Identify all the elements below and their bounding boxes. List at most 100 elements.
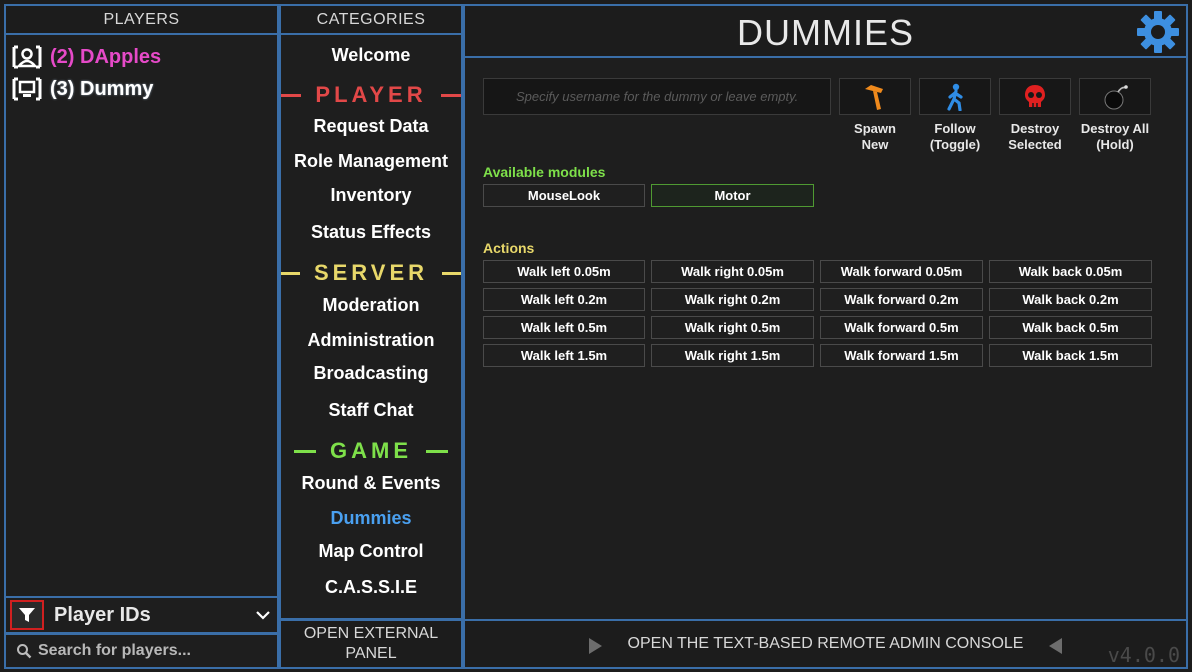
category-moderation[interactable]: Moderation <box>281 295 461 316</box>
spawn-new-icon-box[interactable] <box>839 78 911 115</box>
player-search-row <box>4 633 279 669</box>
actions-label: Actions <box>483 240 535 256</box>
action-button[interactable]: Walk back 0.2m <box>989 288 1152 311</box>
action-button[interactable]: Walk left 1.5m <box>483 344 645 367</box>
category-administration[interactable]: Administration <box>281 330 461 351</box>
category-round-events[interactable]: Round & Events <box>281 473 461 494</box>
filter-icon <box>19 608 35 622</box>
module-motor-button[interactable]: Motor <box>651 184 814 207</box>
action-button[interactable]: Walk back 1.5m <box>989 344 1152 367</box>
category-welcome[interactable]: Welcome <box>281 45 461 66</box>
walking-person-icon <box>947 83 963 111</box>
hammer-icon <box>865 84 883 110</box>
action-button[interactable]: Walk right 0.2m <box>651 288 814 311</box>
tool-label-line: Spawn <box>854 121 896 136</box>
follow-toggle-button[interactable]: Follow (Toggle) <box>919 78 991 153</box>
category-request-data[interactable]: Request Data <box>281 116 461 137</box>
arrow-left-icon <box>1049 638 1062 654</box>
tool-label-line: (Toggle) <box>929 137 981 152</box>
page-title: DUMMIES <box>737 12 914 53</box>
gear-icon[interactable] <box>1136 10 1180 54</box>
action-button[interactable]: Walk right 0.5m <box>651 316 814 339</box>
console-label: OPEN THE TEXT-BASED REMOTE ADMIN CONSOLE <box>627 635 1024 652</box>
follow-icon-box[interactable] <box>919 78 991 115</box>
section-player: PLAYER <box>281 82 461 108</box>
action-button[interactable]: Walk forward 0.5m <box>820 316 983 339</box>
main-header: DUMMIES <box>463 4 1188 58</box>
action-button[interactable]: Walk right 0.05m <box>651 260 814 283</box>
user-icon <box>10 44 44 70</box>
chevron-down-icon[interactable] <box>255 610 271 620</box>
category-broadcasting[interactable]: Broadcasting <box>281 363 461 384</box>
player-row-dummy[interactable]: (3) Dummy <box>6 73 277 105</box>
tool-label-line: New <box>861 137 889 152</box>
tool-label: Spawn New <box>839 121 911 153</box>
section-title: PLAYER <box>315 82 427 107</box>
tool-label-line: Destroy All <box>1080 121 1150 136</box>
players-header: PLAYERS <box>4 4 279 35</box>
categories-header: CATEGORIES <box>279 4 463 35</box>
tool-label-line: Follow <box>934 121 976 136</box>
section-dash <box>440 93 461 97</box>
tool-label: Follow (Toggle) <box>919 121 991 153</box>
tool-label: Destroy All (Hold) <box>1079 121 1151 153</box>
section-server: SERVER <box>281 260 461 286</box>
section-title: GAME <box>330 438 412 463</box>
dummies-panel: Spawn New Follow (Toggle) Destroy Se <box>463 56 1188 621</box>
modules-label: Available modules <box>483 164 606 180</box>
version-label: v4.0.0 <box>1107 643 1180 667</box>
open-external-panel-button[interactable]: OPEN EXTERNAL PANEL <box>279 619 463 669</box>
action-button[interactable]: Walk back 0.05m <box>989 260 1152 283</box>
action-button[interactable]: Walk left 0.2m <box>483 288 645 311</box>
external-panel-label: OPEN EXTERNAL <box>303 625 439 642</box>
action-button[interactable]: Walk left 0.05m <box>483 260 645 283</box>
section-dash <box>426 449 448 453</box>
player-row-dapples[interactable]: (2) DApples <box>6 41 277 73</box>
module-mouselook-button[interactable]: MouseLook <box>483 184 645 207</box>
category-status-effects[interactable]: Status Effects <box>281 222 461 243</box>
tool-label-line: Destroy <box>1010 121 1060 136</box>
players-header-label: PLAYERS <box>103 10 180 28</box>
destroy-selected-icon-box[interactable] <box>999 78 1071 115</box>
section-dash <box>281 93 302 97</box>
skull-icon <box>1025 84 1045 107</box>
action-button[interactable]: Walk forward 0.05m <box>820 260 983 283</box>
destroy-all-icon-box[interactable] <box>1079 78 1151 115</box>
destroy-selected-button[interactable]: Destroy Selected <box>999 78 1071 153</box>
section-game: GAME <box>281 438 461 464</box>
category-dummies[interactable]: Dummies <box>281 508 461 529</box>
categories-header-label: CATEGORIES <box>316 10 426 28</box>
players-list: (2) DApples (3) Dummy <box>4 33 279 598</box>
action-button[interactable]: Walk right 1.5m <box>651 344 814 367</box>
bomb-icon <box>1104 84 1128 109</box>
tool-label-line: Selected <box>1008 137 1062 152</box>
open-console-button[interactable]: OPEN THE TEXT-BASED REMOTE ADMIN CONSOLE… <box>463 619 1188 669</box>
dummy-username-input[interactable] <box>483 78 831 115</box>
tool-label: Destroy Selected <box>999 121 1071 153</box>
action-button[interactable]: Walk back 0.5m <box>989 316 1152 339</box>
dummy-computer-icon <box>10 76 44 102</box>
search-input[interactable] <box>38 642 268 660</box>
player-filter-row: Player IDs <box>4 596 279 634</box>
action-button[interactable]: Walk left 0.5m <box>483 316 645 339</box>
destroy-all-button[interactable]: Destroy All (Hold) <box>1079 78 1151 153</box>
action-button[interactable]: Walk forward 0.2m <box>820 288 983 311</box>
filter-button[interactable] <box>10 600 44 630</box>
tool-label-line: (Hold) <box>1096 137 1134 152</box>
player-name: (2) DApples <box>50 45 162 68</box>
category-cassie[interactable]: C.A.S.S.I.E <box>281 577 461 598</box>
section-dash <box>281 271 300 275</box>
section-dash <box>294 449 316 453</box>
spawn-new-button[interactable]: Spawn New <box>839 78 911 153</box>
player-name: (3) Dummy <box>50 77 154 100</box>
player-id-dropdown[interactable]: Player IDs <box>54 604 245 627</box>
category-staff-chat[interactable]: Staff Chat <box>281 400 461 421</box>
section-title: SERVER <box>313 260 429 285</box>
external-panel-label: PANEL <box>345 645 397 662</box>
search-icon <box>17 644 32 659</box>
section-dash <box>442 271 461 275</box>
category-role-management[interactable]: Role Management <box>281 151 461 172</box>
category-inventory[interactable]: Inventory <box>281 185 461 206</box>
category-map-control[interactable]: Map Control <box>281 541 461 562</box>
action-button[interactable]: Walk forward 1.5m <box>820 344 983 367</box>
